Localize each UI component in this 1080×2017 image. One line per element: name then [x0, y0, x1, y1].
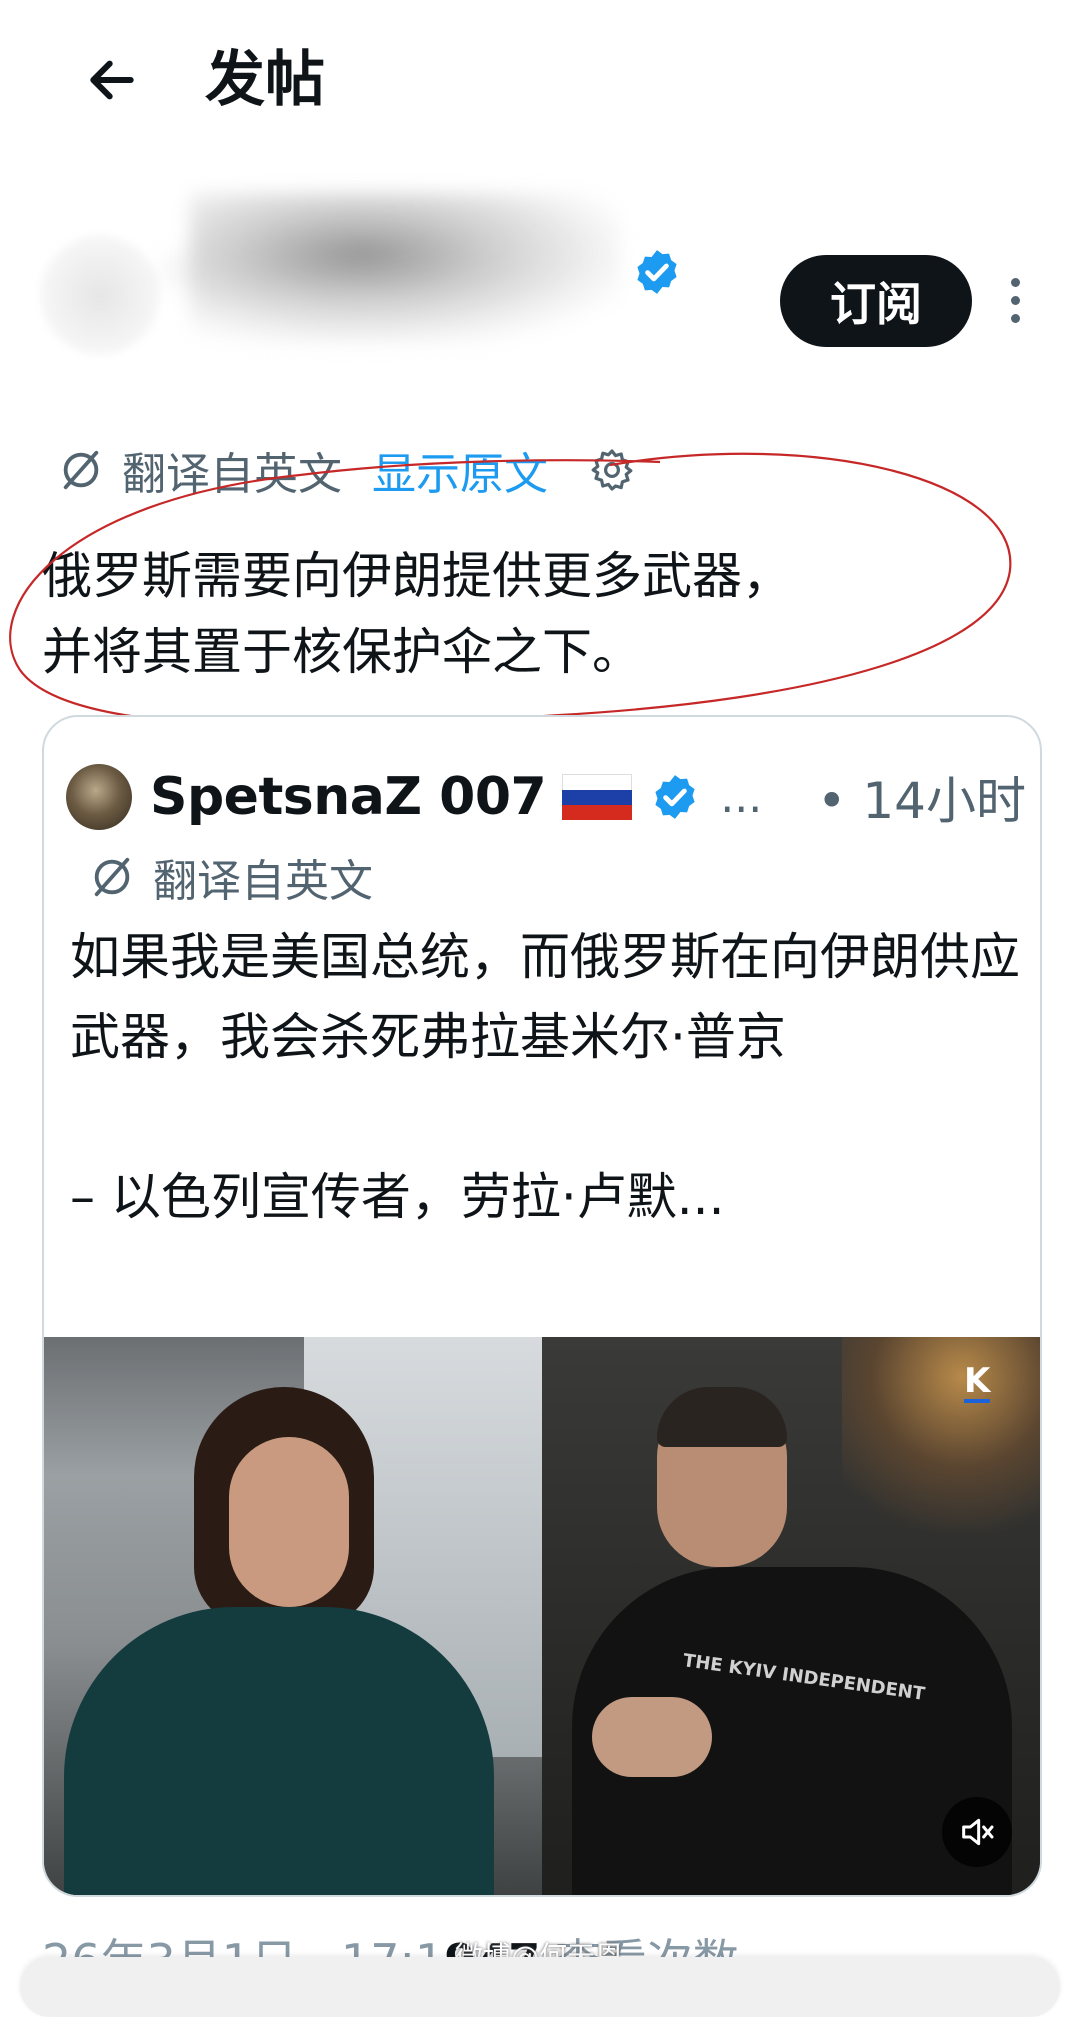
translated-from-label: 翻译自英文 — [122, 449, 342, 500]
channel-logo: K — [964, 1361, 991, 1403]
translate-icon — [63, 450, 99, 490]
top-bar: 发帖 — [0, 0, 1080, 160]
author-name-blurred[interactable] — [190, 193, 620, 343]
post-text-line: 俄罗斯需要向伊朗提供更多武器， — [42, 547, 792, 605]
video-player[interactable]: THE KYIV INDEPENDENT K — [44, 1337, 1040, 1895]
quoted-author-name[interactable]: SpetsnaZ 007 — [150, 767, 547, 827]
more-dot-icon — [1010, 313, 1020, 323]
video-frame-left — [44, 1337, 542, 1895]
show-original-link[interactable]: 显示原文 — [372, 438, 548, 502]
translation-row: 翻译自英文 显示原文 — [58, 440, 636, 500]
verified-badge-icon — [655, 775, 695, 819]
mute-button[interactable] — [942, 1797, 1012, 1867]
quoted-handle-truncated: ... — [720, 771, 763, 823]
quoted-post-text: 如果我是美国总统，而俄罗斯在向伊朗供应武器，我会杀死弗拉基米尔·普京 – 以色列… — [70, 928, 1020, 1226]
author-row: 订阅 — [0, 175, 1080, 375]
back-button[interactable] — [72, 40, 152, 120]
translate-icon — [94, 857, 130, 897]
post-text-line: 并将其置于核保护伞之下。 — [42, 623, 642, 681]
quoted-post-header: SpetsnaZ 007 ... • 14小时 — [66, 762, 1026, 832]
post-text: 俄罗斯需要向伊朗提供更多武器， 并将其置于核保护伞之下。 — [42, 538, 1002, 690]
reply-bar[interactable] — [20, 1957, 1060, 2017]
quoted-post-card[interactable]: SpetsnaZ 007 ... • 14小时 翻译自英文 如果我是美国总统，而… — [42, 715, 1042, 1897]
more-dot-icon — [1010, 277, 1020, 287]
subscribe-button[interactable]: 订阅 — [780, 255, 972, 347]
page-title: 发帖 — [205, 45, 325, 115]
quoted-post-time: • 14小时 — [816, 772, 1026, 830]
translated-from-label: 翻译自英文 — [153, 856, 373, 907]
arrow-left-icon — [90, 60, 134, 100]
more-options-button[interactable] — [995, 270, 1035, 330]
verified-badge-icon — [637, 250, 677, 294]
author-avatar[interactable] — [40, 235, 160, 355]
gear-icon[interactable] — [588, 446, 636, 494]
quoted-translation-row: 翻译自英文 — [89, 847, 373, 907]
speaker-muted-icon — [962, 1818, 994, 1846]
quoted-author-avatar[interactable] — [66, 764, 132, 830]
russia-flag-icon — [562, 774, 633, 820]
more-dot-icon — [1010, 295, 1020, 305]
